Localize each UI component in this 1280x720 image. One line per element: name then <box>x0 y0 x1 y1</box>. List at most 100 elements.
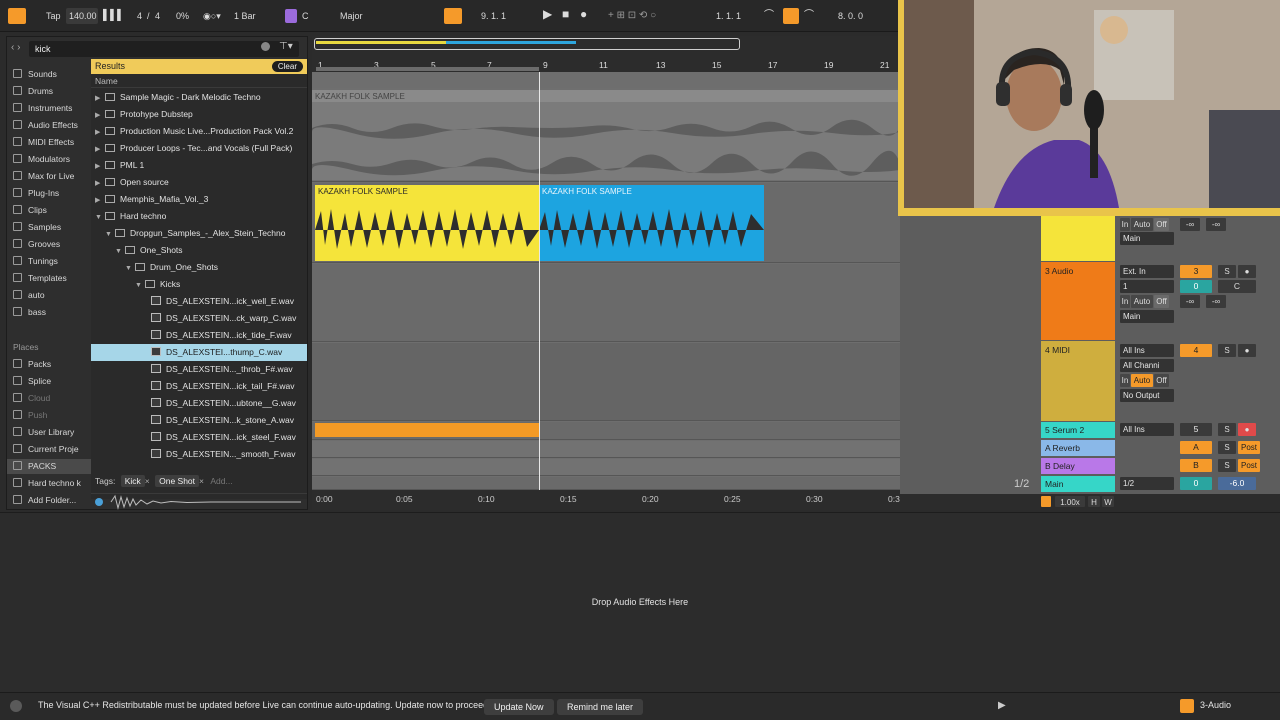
follow-icon[interactable] <box>444 8 462 24</box>
cat-samples[interactable]: Samples <box>13 220 61 235</box>
track-color[interactable] <box>1041 216 1115 261</box>
place-packs[interactable]: Packs <box>13 357 51 372</box>
cat-tunings[interactable]: Tunings <box>13 254 58 269</box>
track-lane[interactable] <box>312 459 900 476</box>
punch-in-icon[interactable]: ⌒ <box>764 9 774 23</box>
cat-audio-effects[interactable]: Audio Effects <box>13 118 78 133</box>
zoom-icon[interactable] <box>1041 496 1051 507</box>
place-cloud[interactable]: Cloud <box>13 391 50 406</box>
list-item[interactable]: ▼ Drum_One_Shots <box>125 259 341 276</box>
track-number[interactable]: 5 <box>1180 423 1212 436</box>
key-root[interactable]: C <box>302 9 309 23</box>
meter-denominator[interactable]: 4 <box>155 9 160 23</box>
clip-orange[interactable] <box>315 423 539 437</box>
preview-waveform[interactable] <box>91 493 307 510</box>
overdub-icon[interactable]: + ⊞ ⊡ ⟲ ○ <box>608 9 656 23</box>
cat-templates[interactable]: Templates <box>13 271 67 286</box>
metronome-icon[interactable]: ▌▌▌ <box>103 9 124 23</box>
track-lane[interactable] <box>312 477 900 490</box>
groove-amount[interactable]: 0% <box>176 9 189 23</box>
search-input[interactable]: kick <box>29 41 299 57</box>
list-item[interactable]: ▶ Sample Magic - Dark Melodic Techno <box>95 89 311 106</box>
track-number[interactable]: 4 <box>1180 344 1212 357</box>
track-name[interactable]: 4 MIDI <box>1041 343 1115 357</box>
list-item[interactable]: ▶ Protohype Dubstep <box>95 106 311 123</box>
channel-dropdown[interactable]: 1 <box>1120 280 1174 293</box>
in-button[interactable]: In <box>1120 218 1130 231</box>
output-dropdown[interactable]: Main <box>1120 232 1174 245</box>
input-dropdown[interactable]: All Ins <box>1120 344 1174 357</box>
tag-one-shot[interactable]: One Shot <box>155 475 200 487</box>
name-column-header[interactable]: Name <box>91 76 307 88</box>
tap-button[interactable]: Tap <box>46 9 61 23</box>
list-item-selected[interactable]: DS_ALEXSTEI...thump_C.wav <box>91 344 307 361</box>
filter-icon[interactable]: ⊤▾ <box>279 41 293 52</box>
clip-top[interactable]: KAZAKH FOLK SAMPLE <box>312 90 900 180</box>
post-button[interactable]: Post <box>1238 441 1260 454</box>
list-item[interactable]: ▶ Production Music Live...Production Pack… <box>95 123 311 140</box>
scale-name[interactable]: Major <box>340 9 363 23</box>
arm-icon[interactable]: ● <box>1238 423 1256 436</box>
remind-later-button[interactable]: Remind me later <box>557 699 644 715</box>
track-name[interactable]: A Reverb <box>1041 441 1115 455</box>
solo-button[interactable]: S <box>1218 423 1236 436</box>
cat-plugins[interactable]: Plug-Ins <box>13 186 59 201</box>
place-splice[interactable]: Splice <box>13 374 51 389</box>
w-button[interactable]: W <box>1102 496 1114 507</box>
cat-grooves[interactable]: Grooves <box>13 237 60 252</box>
scale-mode-icon[interactable] <box>285 9 297 23</box>
in-button[interactable]: In <box>1120 374 1130 387</box>
track-lane[interactable] <box>312 441 900 458</box>
track-name[interactable]: Main <box>1041 477 1115 491</box>
volume-field[interactable]: 0 <box>1180 280 1212 293</box>
play-preview-icon[interactable]: ▶ <box>998 700 1006 711</box>
track-lane[interactable]: KAZAKH FOLK SAMPLE KAZAKH FOLK SAMPLE <box>312 183 900 263</box>
cat-auto[interactable]: auto <box>13 288 45 303</box>
cat-modulators[interactable]: Modulators <box>13 152 70 167</box>
add-folder-button[interactable]: Add Folder... <box>13 493 76 508</box>
quantize-menu[interactable]: 1 Bar <box>234 9 256 23</box>
back-forward-icon[interactable]: ‹ › <box>11 42 20 53</box>
song-position[interactable]: 9. 1. 1 <box>481 9 506 23</box>
tag-kick[interactable]: Kick <box>120 475 145 487</box>
list-item[interactable]: ▶ Producer Loops - Tec...and Vocals (Full… <box>95 140 311 157</box>
cat-sounds[interactable]: Sounds <box>13 67 57 82</box>
in-button[interactable]: In <box>1120 295 1130 308</box>
input-dropdown[interactable]: Ext. In <box>1120 265 1174 278</box>
cat-midi-effects[interactable]: MIDI Effects <box>13 135 74 150</box>
solo-button[interactable]: S <box>1218 265 1236 278</box>
overview-bar[interactable] <box>312 36 900 58</box>
h-button[interactable]: H <box>1088 496 1100 507</box>
time-ruler[interactable]: 0:00 0:05 0:10 0:15 0:20 0:25 0:30 0:35 <box>312 490 905 510</box>
list-item[interactable]: ▼ Hard techno <box>95 208 311 225</box>
play-icon[interactable]: ▶ <box>543 7 552 21</box>
track-name[interactable]: 5 Serum 2 <box>1041 423 1115 437</box>
track-name[interactable]: 3 Audio <box>1041 264 1115 278</box>
output-dropdown[interactable]: No Output <box>1120 389 1174 402</box>
meter-numerator[interactable]: 4 <box>137 9 142 23</box>
zoom-level[interactable]: 1.00x <box>1055 496 1085 507</box>
cue-output-dropdown[interactable]: 1/2 <box>1120 477 1174 490</box>
place-push[interactable]: Push <box>13 408 47 423</box>
track-name[interactable]: B Delay <box>1041 459 1115 473</box>
place-user-library[interactable]: User Library <box>13 425 74 440</box>
track-lane[interactable] <box>312 264 900 342</box>
cat-instruments[interactable]: Instruments <box>13 101 72 116</box>
output-dropdown[interactable]: Main <box>1120 310 1174 323</box>
track-lane[interactable] <box>312 422 900 440</box>
tag-add[interactable]: Add... <box>210 476 232 486</box>
off-button[interactable]: Off <box>1154 295 1169 308</box>
record-icon[interactable]: ● <box>580 7 587 21</box>
auto-button[interactable]: Auto <box>1131 374 1153 387</box>
cat-drums[interactable]: Drums <box>13 84 53 99</box>
place-current-project[interactable]: Current Proje <box>13 442 79 457</box>
track-lane[interactable] <box>312 343 900 421</box>
clear-button[interactable]: Clear <box>271 61 303 72</box>
track-number[interactable]: 3 <box>1180 265 1212 278</box>
clip-blue[interactable]: KAZAKH FOLK SAMPLE <box>539 185 764 261</box>
view-toggle-icon[interactable] <box>8 8 26 24</box>
loop-start[interactable]: 1. 1. 1 <box>716 9 741 23</box>
punch-out-icon[interactable]: ⌒ <box>804 9 814 23</box>
arm-icon[interactable]: ● <box>1238 344 1256 357</box>
arm-icon[interactable]: ● <box>1238 265 1256 278</box>
